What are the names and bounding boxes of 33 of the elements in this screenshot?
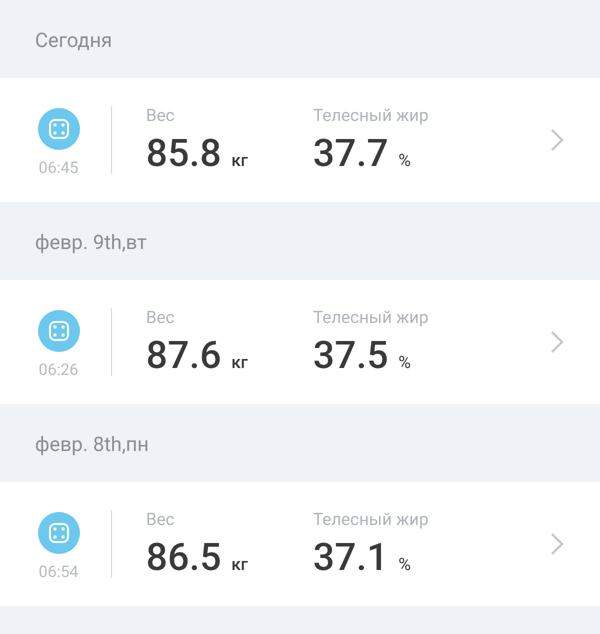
chevron-icon bbox=[550, 532, 564, 556]
measurement-card[interactable]: 06:26 Вес 87.6 кг Телесный жир 37.5 % bbox=[0, 280, 600, 404]
body-fat-value: 37.7 bbox=[313, 134, 388, 172]
body-fat-value: 37.5 bbox=[313, 336, 388, 374]
date-header: февр. 9th,вт bbox=[35, 229, 147, 256]
date-header: февр. 8th,пн bbox=[35, 431, 149, 458]
scale-icon bbox=[38, 512, 80, 554]
body-fat-label: Телесный жир bbox=[313, 512, 430, 528]
body-fat-unit: % bbox=[398, 152, 411, 170]
chevron-icon bbox=[550, 128, 564, 152]
chevron-icon bbox=[550, 330, 564, 354]
body-fat-unit: % bbox=[398, 354, 411, 372]
time-label: 06:45 bbox=[38, 160, 78, 176]
body-fat-label: Телесный жир bbox=[313, 108, 430, 124]
weight-label: Вес bbox=[146, 512, 176, 528]
body-fat-label: Телесный жир bbox=[313, 310, 430, 326]
weight-unit: кг bbox=[231, 556, 248, 574]
measurement-card[interactable]: 06:54 Вес 86.5 кг Телесный жир 37.1 % bbox=[0, 482, 600, 606]
weight-unit: кг bbox=[231, 152, 248, 170]
weight-value: 86.5 bbox=[146, 538, 222, 576]
scale-icon bbox=[38, 310, 80, 352]
date-header: Сегодня bbox=[35, 27, 112, 54]
scale-icon bbox=[38, 108, 80, 150]
weight-label: Вес bbox=[146, 310, 176, 326]
time-label: 06:26 bbox=[38, 362, 78, 378]
weight-value: 85.8 bbox=[146, 134, 222, 172]
measurement-card[interactable]: 06:45 Вес 85.8 кг Телесный жир 37.7 % bbox=[0, 78, 600, 202]
weight-label: Вес bbox=[146, 108, 176, 124]
body-fat-value: 37.1 bbox=[313, 538, 388, 576]
body-fat-unit: % bbox=[398, 556, 411, 574]
time-label: 06:54 bbox=[38, 564, 78, 580]
weight-unit: кг bbox=[231, 354, 248, 372]
weight-value: 87.6 bbox=[146, 336, 222, 374]
